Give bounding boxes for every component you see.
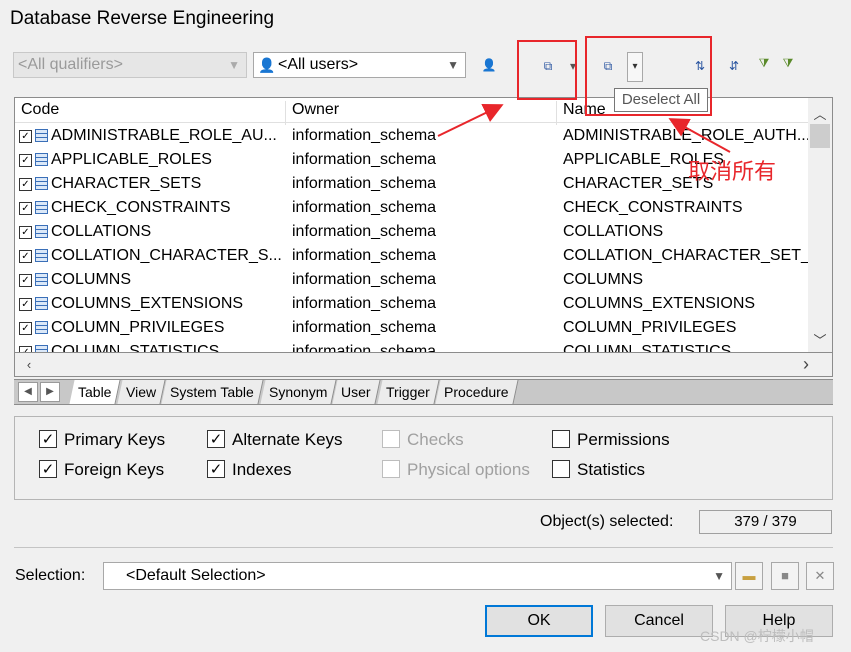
annotation-arrows xyxy=(437,103,731,153)
annotation-arrow xyxy=(437,103,504,137)
watermark: CSDN @柠檬小帽 xyxy=(700,628,814,644)
annotation-arrow xyxy=(668,118,731,153)
annotation-text: 取消所有 xyxy=(688,160,777,185)
